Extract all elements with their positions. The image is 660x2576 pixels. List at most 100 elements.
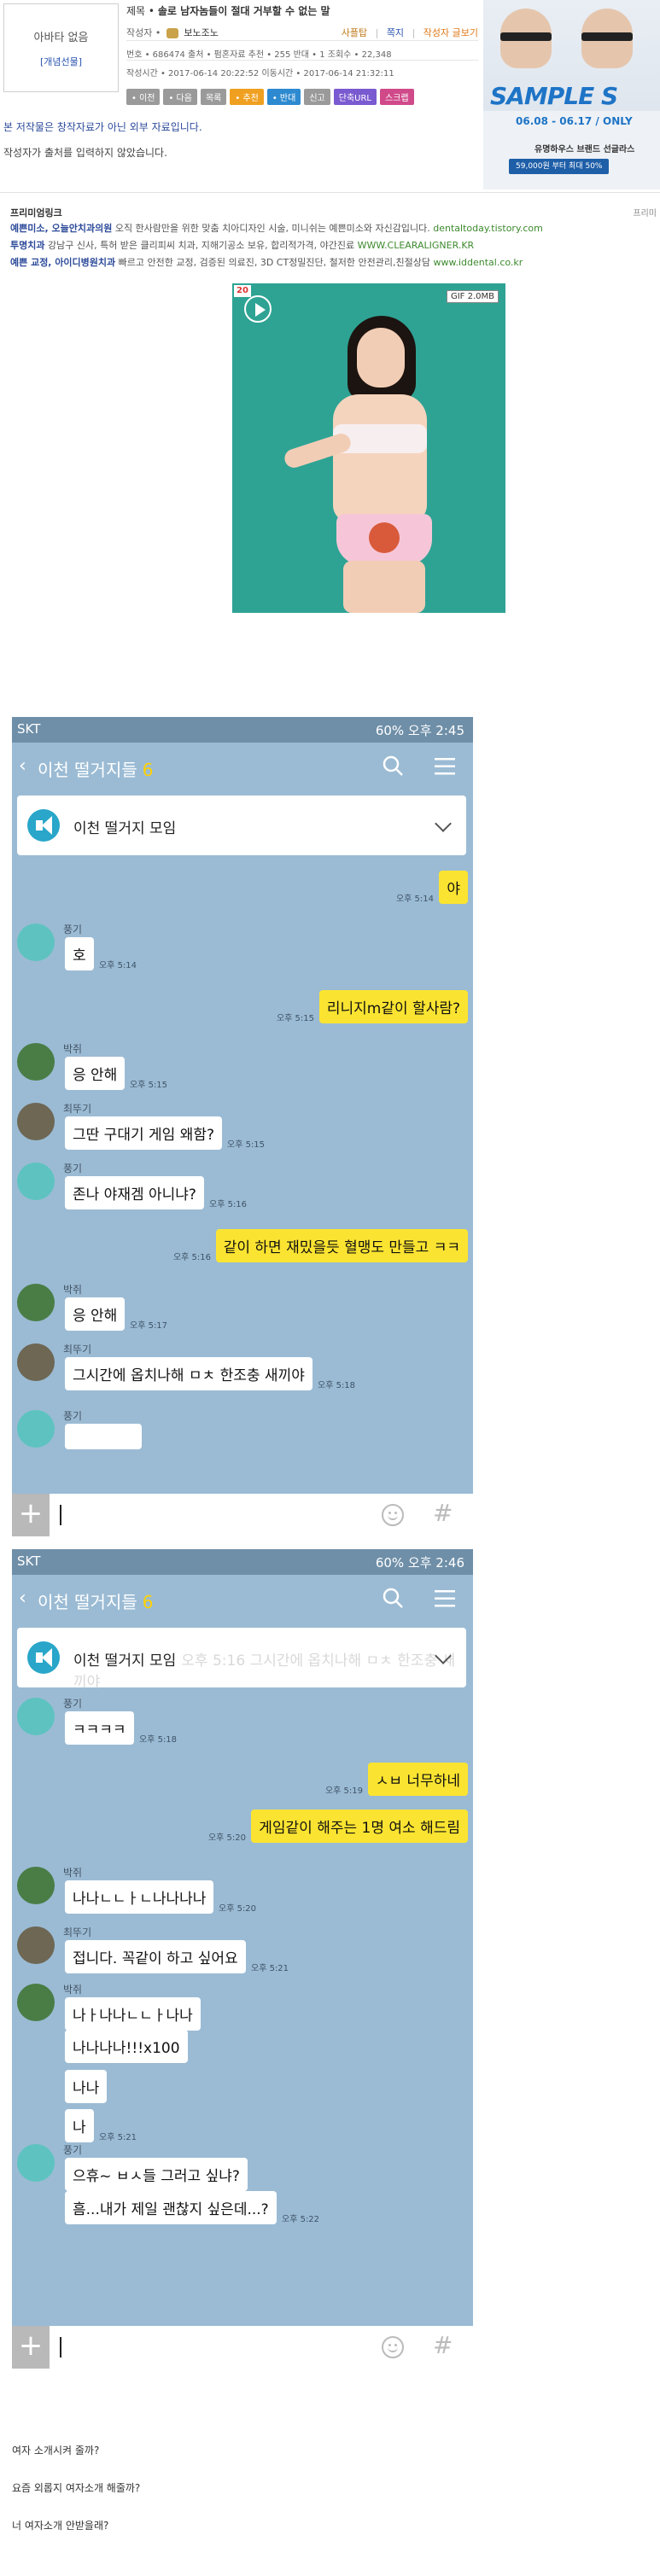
sender-name: 풍기 [63,1163,83,1174]
message-bubble[interactable]: 같이 하면 재밌을듯 혈맹도 만들고 ㅋㅋ [215,1229,468,1262]
section-divider [0,192,660,193]
premium-link-advertiser[interactable]: 예쁜미소, 오늘안치과의원 [10,223,112,234]
message-bubble[interactable]: 나나 [65,2070,108,2103]
premium-link-url[interactable]: dentaltoday.tistory.com [430,223,543,234]
message-bubble[interactable]: 응 안해 [65,1057,126,1090]
avatar[interactable] [17,1284,55,1321]
post-action-button[interactable]: 목록 [200,89,227,105]
author-posts-link[interactable]: 작성자 글보기 [423,27,478,38]
message-time: 오후 5:19 [324,1786,363,1796]
premium-links-more[interactable]: 프리미 [633,206,657,219]
chat-room-title[interactable]: 이천 떨거지들 6 [38,1588,154,1613]
friend-message: 최뚜기 그딴 구대기 게임 왜함? 오후 5:15 [12,1103,473,1150]
post-action-button[interactable]: • 반대 [266,89,301,105]
message-bubble[interactable]: ㅅㅂ 너무하네 [367,1763,468,1796]
message-bubble[interactable]: 존나 야재겜 아니냐? [65,1176,204,1209]
message-bubble[interactable]: 호 [65,937,94,970]
message-bubble[interactable]: 게임같이 해주는 1명 여소 해드림 [251,1810,468,1843]
title-label: 제목 • [126,5,155,17]
message-time: 오후 5:16 [172,1253,211,1262]
avatar[interactable] [17,1926,55,1964]
back-icon[interactable]: ‹ [19,755,26,777]
avatar[interactable] [17,1867,55,1904]
message-bubble[interactable]: 나나나나!!!x100 [65,2030,188,2063]
back-icon[interactable]: ‹ [19,1588,26,1609]
figure-legs [343,561,425,613]
text-cursor[interactable] [60,1505,61,1525]
plus-icon[interactable]: + [12,1494,50,1536]
ad-title: SAMPLE S [490,82,618,110]
premium-link-advertiser[interactable]: 예쁜 교정, 아이디병원치과 [10,257,115,268]
no-source-notice: 작성자가 출처를 입력하지 않았습니다. [3,147,167,159]
hash-icon[interactable]: # [433,1499,453,1527]
avatar[interactable] [17,1163,55,1200]
premium-link-url[interactable]: www.iddental.co.kr [430,257,523,268]
message-bubble[interactable]: 흠...내가 제일 괜찮지 싶은데...? [65,2191,277,2224]
premium-link-url[interactable]: WWW.CLEARALIGNER.KR [354,240,475,251]
emoticon-icon[interactable] [382,2336,404,2358]
message-link[interactable]: 쪽지 [387,27,404,38]
megaphone-icon [27,809,60,842]
plus-icon[interactable]: + [12,2326,50,2369]
message-bubble[interactable]: 야 [439,871,468,904]
sunglasses-ad-banner[interactable]: SAMPLE S 06.08 - 06.17 / ONLY 유명하우스 브랜드 … [483,0,660,189]
search-icon[interactable] [382,755,404,777]
pinned-notice[interactable]: 이천 떨거지 모임 [17,796,466,855]
author-name[interactable]: 보노조노 [184,27,218,38]
message-bubble[interactable]: 나나ㄴㄴㅏㄴ나나나나 [65,1880,214,1914]
message-bubble[interactable]: ㅋㅋㅋㅋ [65,1711,134,1745]
post-action-button[interactable]: • 다음 [163,89,197,105]
avatar[interactable] [17,1103,55,1140]
my-message: 야 오후 5:14 [12,871,473,904]
post-action-button[interactable]: 신고 [304,89,330,105]
premium-link-advertiser[interactable]: 투명치과 [10,240,44,251]
author-avatar-box: 아바타 없음 [개념선물] [3,3,119,92]
avatar[interactable] [17,1410,55,1448]
message-bubble[interactable]: 나ㅏ나나ㄴㄴㅏ나나 [65,1997,201,2031]
text-cursor[interactable] [60,2337,61,2357]
profile-link[interactable]: 사플탑 [342,27,367,38]
message-bubble-partial[interactable] [65,1424,142,1449]
message-bubble[interactable]: 리니지m같이 할사람? [318,990,468,1023]
gift-link[interactable]: [개념선물] [40,55,82,68]
message-bubble[interactable]: 접니다. 꼭같이 하고 싶어요 [65,1940,246,1973]
gif-image[interactable]: 20 GIF 2.0MB [232,283,505,613]
hash-icon[interactable]: # [433,2331,453,2359]
message-bubble[interactable]: 으휴~ ㅂㅅ들 그러고 싶냐? [65,2158,248,2191]
premium-link-row[interactable]: 예쁜 교정, 아이디병원치과 빠르고 안전한 교정, 검증된 의료진, 3D C… [10,255,523,269]
avatar[interactable] [17,1043,55,1081]
post-action-button[interactable]: 스크랩 [380,89,414,105]
message-bubble[interactable]: 응 안해 [65,1297,126,1331]
chat-screen-1: SKT 60% 오후 2:45 ‹ 이천 떨거지들 6 이천 떨거지 모임 야 오후… [12,717,473,1536]
chat-room-title[interactable]: 이천 떨거지들 6 [38,756,154,781]
status-right: 60% 오후 2:46 [375,1555,464,1571]
message-bubble[interactable]: 그시간에 옵치나해 ㅁㅊ 한조충 새끼야 [65,1357,312,1390]
post-action-button[interactable]: • 이전 [126,89,161,105]
avatar[interactable] [17,2144,55,2182]
premium-link-row[interactable]: 예쁜미소, 오늘안치과의원 오직 한사람만을 위한 맞춤 치아디자인 시술, 미… [10,221,543,235]
message-bubble[interactable]: 그딴 구대기 게임 왜함? [65,1116,222,1150]
menu-icon[interactable] [435,758,455,775]
chat-header: ‹ 이천 떨거지들 6 [12,743,473,792]
avatar[interactable] [17,924,55,961]
message-bubble[interactable]: 나 [65,2109,94,2142]
message-time: 오후 5:15 [130,1081,168,1090]
search-icon[interactable] [382,1587,404,1609]
chevron-down-icon[interactable] [435,815,452,832]
carrier-label: SKT [17,721,41,737]
member-count: 6 [142,760,154,780]
pinned-notice[interactable]: 이천 떨거지 모임 오후 5:16 그시간에 옵치나해 ㅁㅊ 한조충 새끼야 [17,1628,466,1691]
avatar[interactable] [17,1343,55,1381]
premium-link-row[interactable]: 투명치과 강남구 신사, 특허 받은 클리피씨 치과, 지해기공소 보유, 합리… [10,238,474,252]
post-action-button[interactable]: 단축URL [333,89,377,105]
avatar[interactable] [17,1698,55,1735]
my-message: 게임같이 해주는 1명 여소 해드림 오후 5:20 [12,1810,473,1843]
premium-link-text: 강남구 신사, 특허 받은 클리피씨 치과, 지해기공소 보유, 합리적가격, … [44,240,355,251]
sender-name: 최뚜기 [63,1343,92,1355]
friend-message: 박쥐 나나ㄴㄴㅏㄴ나나나나 오후 5:20 [12,1867,473,1914]
emoticon-icon[interactable] [382,1504,404,1526]
menu-icon[interactable] [435,1590,455,1607]
play-icon[interactable] [244,295,272,323]
post-action-button[interactable]: • 추천 [230,89,264,105]
avatar[interactable] [17,1984,55,2021]
